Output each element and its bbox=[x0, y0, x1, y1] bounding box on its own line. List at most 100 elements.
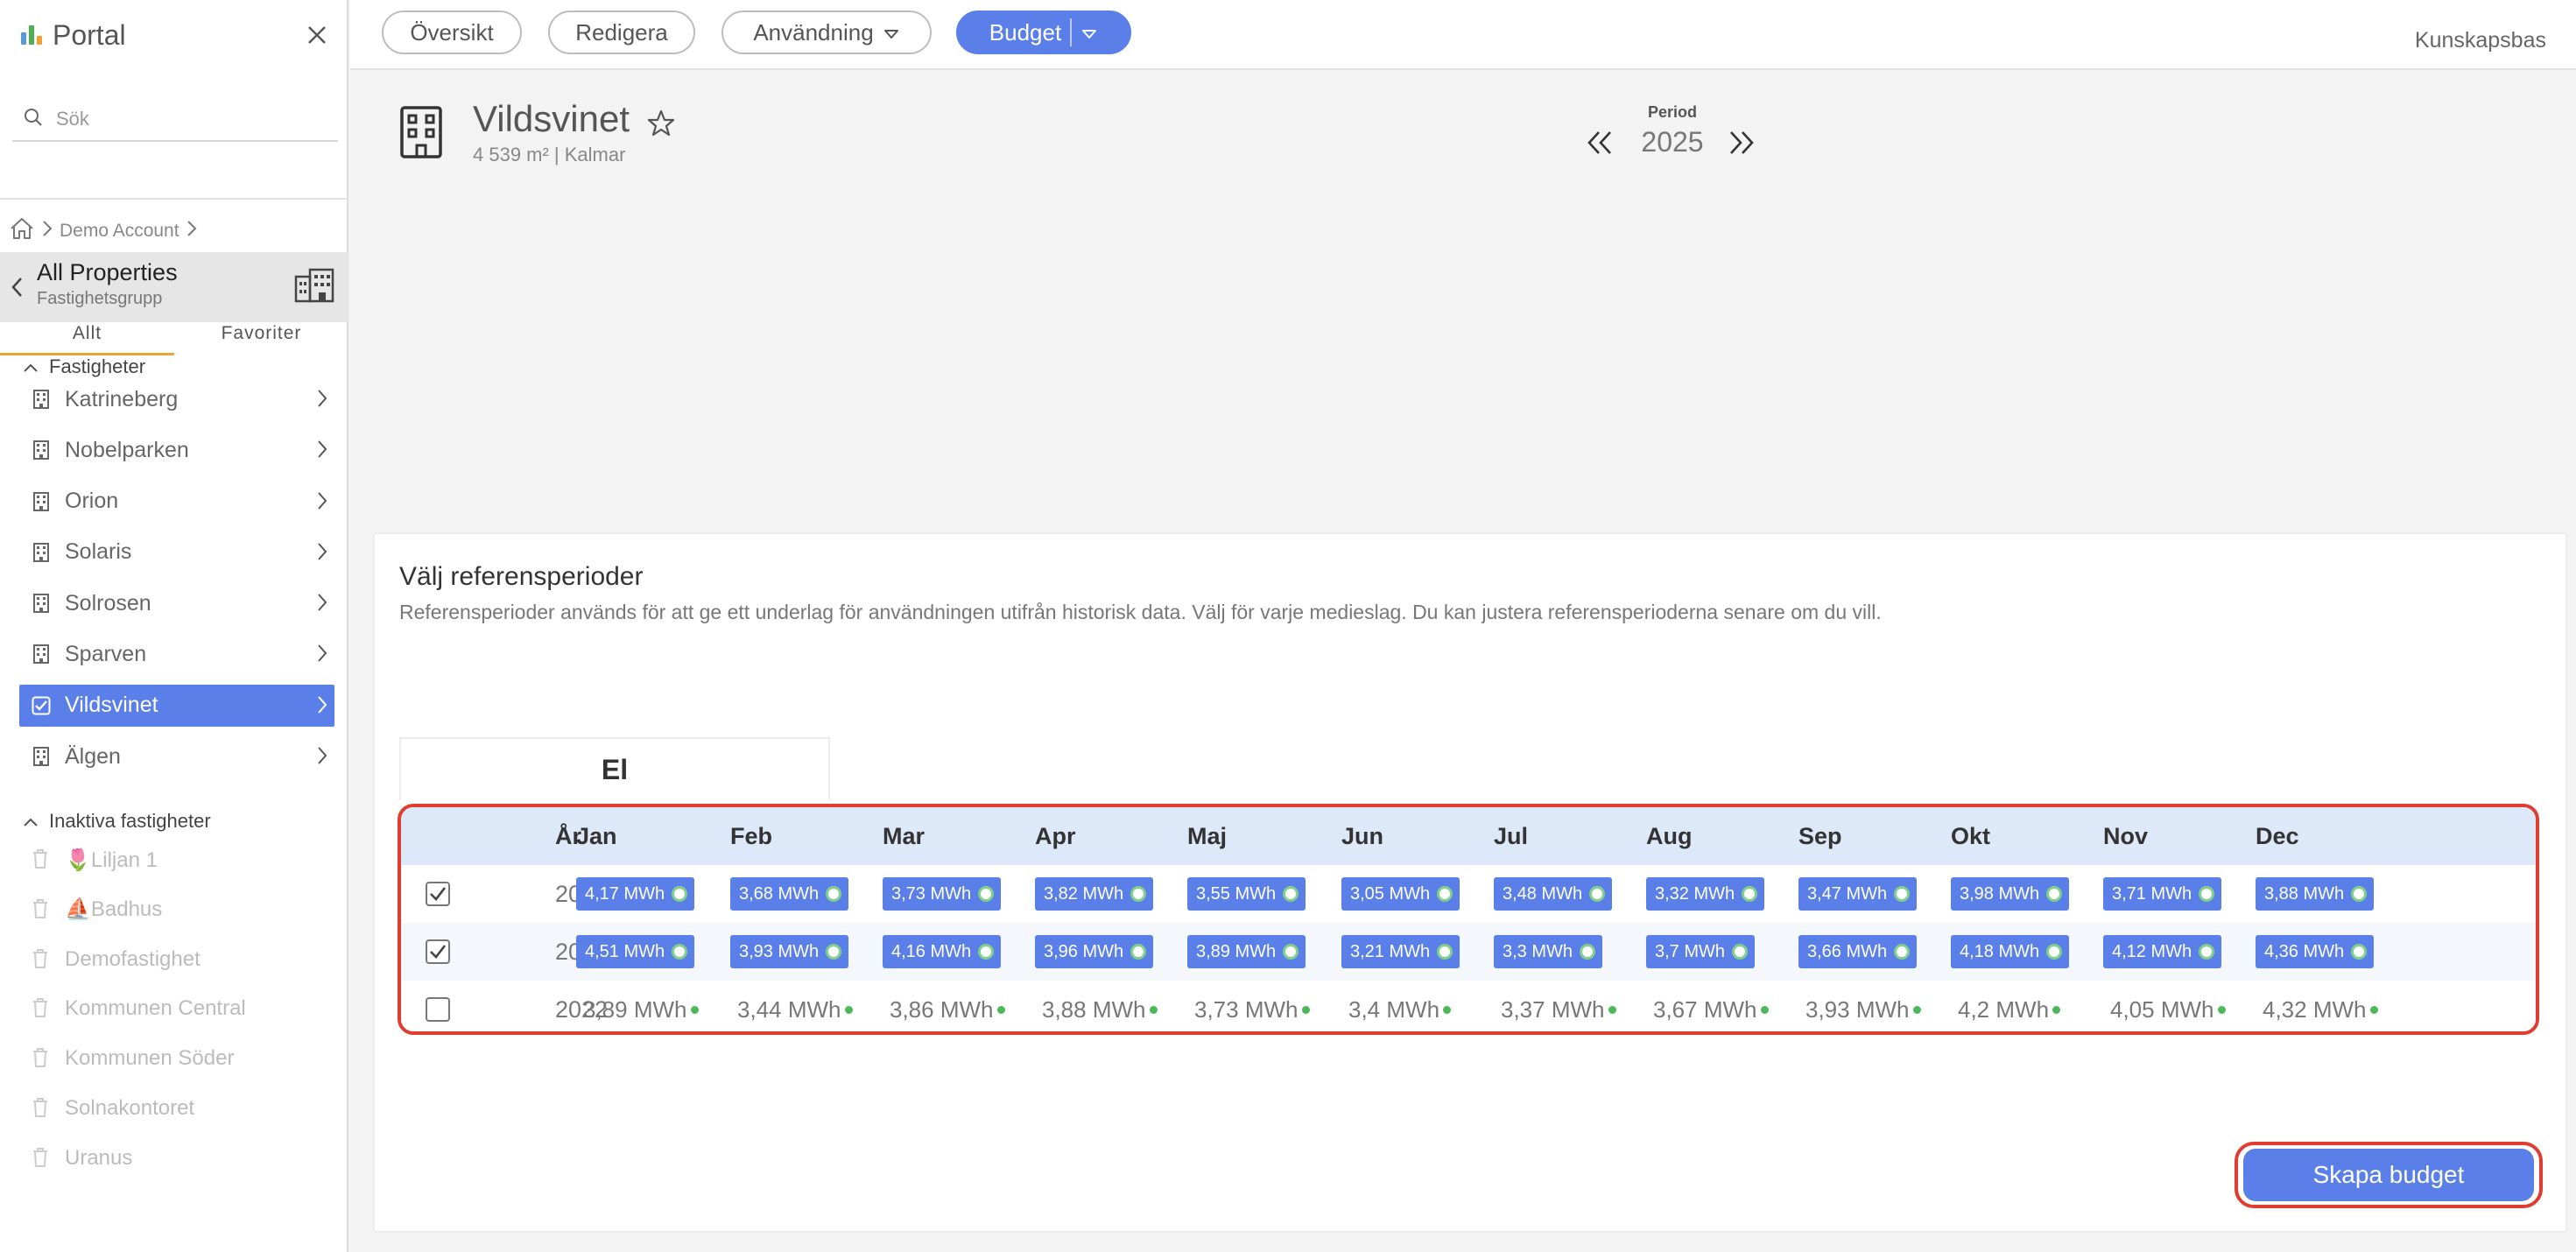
checkbox-checked-icon[interactable] bbox=[426, 882, 450, 906]
trash-icon[interactable] bbox=[32, 997, 51, 1020]
section-inactive[interactable]: Inaktiva fastigheter bbox=[23, 807, 211, 835]
chevron-up-icon bbox=[23, 355, 39, 378]
value-badge[interactable]: 4,18 MWh bbox=[1951, 935, 2070, 968]
row-checkbox[interactable] bbox=[426, 981, 450, 1031]
value-badge[interactable]: 3,98 MWh bbox=[1951, 877, 2070, 911]
value-plain[interactable]: 4,32 MWh bbox=[2263, 996, 2378, 1023]
row-checkbox[interactable] bbox=[426, 865, 450, 923]
value-badge[interactable]: 3,47 MWh bbox=[1798, 877, 1918, 911]
value-cell: 4,17 MWh bbox=[576, 865, 695, 923]
value-badge[interactable]: 3,05 MWh bbox=[1341, 877, 1460, 911]
value-badge[interactable]: 4,17 MWh bbox=[576, 877, 695, 911]
trash-icon[interactable] bbox=[32, 1047, 51, 1070]
value-badge[interactable]: 3,96 MWh bbox=[1035, 935, 1154, 968]
double-chevron-left-icon[interactable] bbox=[1585, 130, 1615, 160]
sidebar-item-6[interactable]: Vildsvinet bbox=[19, 684, 334, 727]
value-cell: 3,89 MWh bbox=[583, 981, 699, 1031]
value-plain[interactable]: 4,2 MWh bbox=[1958, 996, 2061, 1023]
sidebar-item-label: Älgen bbox=[65, 743, 121, 769]
value-badge[interactable]: 3,48 MWh bbox=[1494, 877, 1613, 911]
value-badge[interactable]: 3,3 MWh bbox=[1494, 935, 1603, 968]
value-badge[interactable]: 3,68 MWh bbox=[730, 877, 849, 911]
sidebar-item-1[interactable]: Nobelparken bbox=[19, 429, 334, 471]
knowledge-base-link[interactable]: Kunskapsbas bbox=[2415, 28, 2546, 53]
building-icon bbox=[32, 388, 51, 411]
value-plain[interactable]: 3,44 MWh bbox=[737, 996, 853, 1023]
value-plain[interactable]: 3,37 MWh bbox=[1501, 996, 1616, 1023]
inactive-item-5[interactable]: Solnakontoret bbox=[19, 1089, 334, 1128]
trash-icon[interactable] bbox=[32, 948, 51, 971]
usage-dropdown[interactable]: Användning bbox=[721, 11, 932, 54]
create-budget-button[interactable]: Skapa budget bbox=[2243, 1149, 2534, 1201]
value-badge[interactable]: 3,93 MWh bbox=[730, 935, 849, 968]
value-badge[interactable]: 3,82 MWh bbox=[1035, 877, 1154, 911]
value-badge[interactable]: 4,36 MWh bbox=[2256, 935, 2375, 968]
media-tab-el[interactable]: El bbox=[399, 737, 830, 800]
value-badge[interactable]: 3,55 MWh bbox=[1187, 877, 1306, 911]
value-cell: 3,73 MWh bbox=[1194, 981, 1310, 1031]
checkbox-empty-icon[interactable] bbox=[426, 997, 450, 1022]
edit-button[interactable]: Redigera bbox=[548, 11, 695, 54]
value-plain[interactable]: 3,89 MWh bbox=[583, 996, 699, 1023]
status-dot-icon bbox=[690, 1005, 699, 1014]
value-badge[interactable]: 3,32 MWh bbox=[1646, 877, 1765, 911]
value-badge[interactable]: 3,88 MWh bbox=[2256, 877, 2375, 911]
sidebar-item-2[interactable]: Orion bbox=[19, 481, 334, 523]
value-badge[interactable]: 3,71 MWh bbox=[2103, 877, 2222, 911]
inactive-item-4[interactable]: Kommunen Söder bbox=[19, 1039, 334, 1078]
sidebar-item-5[interactable]: Sparven bbox=[19, 633, 334, 675]
checkbox-checked-icon[interactable] bbox=[426, 939, 450, 964]
home-icon[interactable] bbox=[9, 216, 35, 246]
caret-down-icon[interactable] bbox=[1080, 19, 1098, 46]
value-plain[interactable]: 4,05 MWh bbox=[2110, 996, 2226, 1023]
star-icon[interactable] bbox=[646, 109, 676, 143]
value-badge[interactable]: 3,7 MWh bbox=[1646, 935, 1756, 968]
double-chevron-right-icon[interactable] bbox=[1727, 130, 1756, 160]
sidebar-item-4[interactable]: Solrosen bbox=[19, 582, 334, 624]
value-plain[interactable]: 3,73 MWh bbox=[1194, 996, 1310, 1023]
trash-icon[interactable] bbox=[32, 1147, 51, 1170]
chevron-left-icon[interactable] bbox=[11, 277, 23, 302]
sidebar-item-3[interactable]: Solaris bbox=[19, 531, 334, 573]
sidebar-item-7[interactable]: Älgen bbox=[19, 735, 334, 777]
status-ring-icon bbox=[2199, 944, 2215, 960]
value-badge[interactable]: 4,16 MWh bbox=[883, 935, 1002, 968]
value-plain[interactable]: 3,4 MWh bbox=[1348, 996, 1452, 1023]
chevron-right-icon bbox=[42, 220, 53, 243]
value-badge[interactable]: 4,12 MWh bbox=[2103, 935, 2222, 968]
budget-button[interactable]: Budget bbox=[956, 11, 1131, 54]
trash-icon[interactable] bbox=[32, 898, 51, 921]
status-ring-icon bbox=[1130, 886, 1147, 902]
chevron-right-icon bbox=[187, 220, 197, 243]
value-badge[interactable]: 3,89 MWh bbox=[1187, 935, 1306, 968]
overview-button[interactable]: Översikt bbox=[382, 11, 522, 54]
sidebar-item-label: Katrineberg bbox=[65, 386, 179, 411]
property-group[interactable]: All Properties Fastighetsgrupp bbox=[0, 252, 348, 322]
value-plain[interactable]: 3,88 MWh bbox=[1042, 996, 1158, 1023]
value-text: 3,67 MWh bbox=[1653, 995, 1757, 1023]
value-badge[interactable]: 4,51 MWh bbox=[576, 935, 695, 968]
trash-icon[interactable] bbox=[32, 848, 51, 871]
value-badge[interactable]: 3,21 MWh bbox=[1341, 935, 1460, 968]
value-badge[interactable]: 3,66 MWh bbox=[1798, 935, 1918, 968]
inactive-item-0[interactable]: 🌷Liljan 1 bbox=[19, 841, 334, 879]
breadcrumb-account[interactable]: Demo Account bbox=[60, 221, 179, 242]
trash-icon[interactable] bbox=[32, 1097, 51, 1120]
value-plain[interactable]: 3,93 MWh bbox=[1805, 996, 1921, 1023]
value-plain[interactable]: 3,67 MWh bbox=[1653, 996, 1769, 1023]
inactive-item-3[interactable]: Kommunen Central bbox=[19, 989, 334, 1028]
inactive-item-1[interactable]: ⛵Badhus bbox=[19, 890, 334, 929]
row-checkbox[interactable] bbox=[426, 923, 450, 981]
value-badge[interactable]: 3,73 MWh bbox=[883, 877, 1002, 911]
inactive-item-2[interactable]: Demofastighet bbox=[19, 940, 334, 979]
value-plain[interactable]: 3,86 MWh bbox=[890, 996, 1005, 1023]
brand[interactable]: Portal bbox=[21, 18, 126, 53]
close-icon[interactable] bbox=[303, 21, 331, 49]
section-properties[interactable]: Fastigheter bbox=[23, 353, 145, 381]
sidebar-item-0[interactable]: Katrineberg bbox=[19, 378, 334, 420]
inactive-item-6[interactable]: Uranus bbox=[19, 1139, 334, 1178]
search-field[interactable] bbox=[12, 98, 338, 142]
building-icon bbox=[32, 439, 51, 461]
search-input[interactable] bbox=[56, 108, 319, 130]
status-ring-icon bbox=[1894, 886, 1911, 902]
